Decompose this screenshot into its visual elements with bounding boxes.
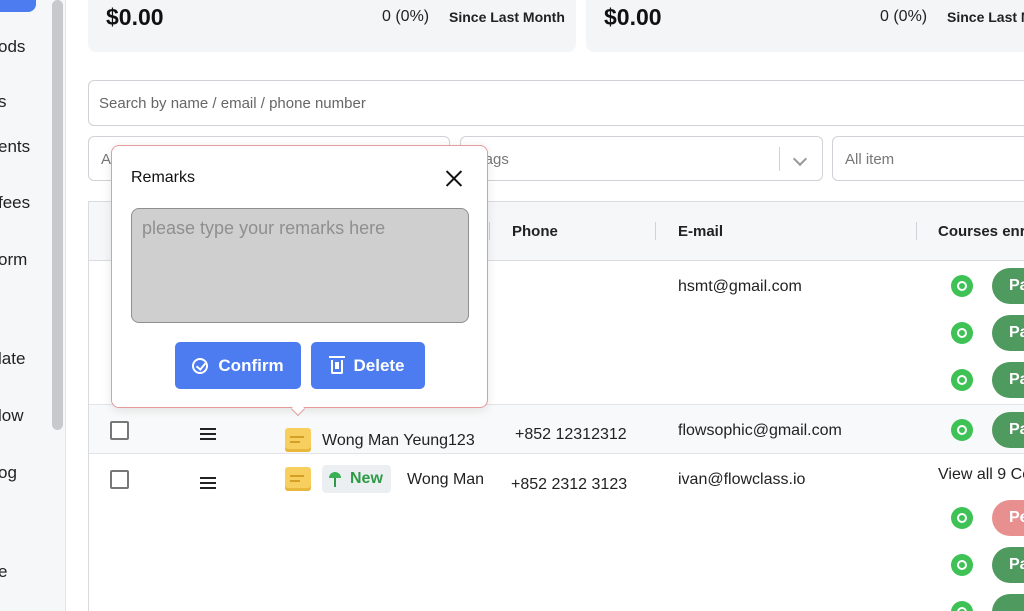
- column-separator: [489, 222, 490, 240]
- row-name[interactable]: Wong Man Yeung123: [322, 432, 475, 450]
- status-pill-paid[interactable]: Pa: [992, 362, 1024, 398]
- whatsapp-icon[interactable]: [951, 322, 973, 344]
- sidebar-item[interactable]: ods: [0, 37, 25, 57]
- search-input[interactable]: [89, 81, 1024, 125]
- stat-since-label: Since Last M: [947, 9, 1024, 25]
- search-box: [88, 80, 1024, 126]
- sidebar-item[interactable]: late: [0, 349, 25, 369]
- stat-card: $0.00 0 (0%) Since Last Month: [88, 0, 576, 52]
- row-email: ivan@flowclass.io: [678, 471, 806, 488]
- stat-percent: 0 (0%): [382, 8, 430, 25]
- status-pill-paid[interactable]: [992, 594, 1024, 611]
- sidebar-item[interactable]: e: [0, 562, 7, 582]
- row-divider: [89, 453, 1024, 454]
- filter-select-items[interactable]: All item: [832, 136, 1024, 181]
- menu-icon[interactable]: [200, 477, 216, 489]
- column-header-email[interactable]: E-mail: [678, 223, 723, 240]
- sidebar-item[interactable]: orm: [0, 250, 27, 270]
- remarks-note-icon[interactable]: [285, 467, 311, 491]
- status-pill-paid[interactable]: Pa: [992, 547, 1024, 583]
- confirm-button[interactable]: Confirm: [175, 342, 301, 389]
- filter-items-value: All item: [845, 151, 895, 168]
- status-pill-paid[interactable]: Pa: [992, 268, 1024, 304]
- row-name[interactable]: Wong Man: [407, 471, 484, 489]
- filter-select-tags[interactable]: l tags: [460, 136, 823, 181]
- app-root: ods s ents fees orm late low og e $0.00 …: [0, 0, 1024, 611]
- whatsapp-icon[interactable]: [951, 419, 973, 441]
- sprout-icon: [328, 471, 342, 487]
- delete-button[interactable]: Delete: [311, 342, 425, 389]
- remarks-note-icon[interactable]: [285, 428, 311, 452]
- sidebar-item[interactable]: ents: [0, 137, 30, 157]
- row-checkbox[interactable]: [110, 470, 129, 489]
- status-pill-pending[interactable]: Pe: [992, 500, 1024, 536]
- chevron-down-icon[interactable]: [792, 151, 808, 167]
- column-separator: [916, 222, 917, 240]
- row-email: hsmt@gmail.com: [678, 278, 802, 295]
- select-divider: [779, 147, 780, 171]
- close-icon[interactable]: [445, 169, 463, 187]
- check-circle-icon: [192, 357, 209, 374]
- stat-amount: $0.00: [604, 4, 662, 30]
- whatsapp-icon[interactable]: [951, 275, 973, 297]
- confirm-button-label: Confirm: [218, 355, 284, 375]
- view-all-courses-link[interactable]: View all 9 Co: [938, 466, 1024, 484]
- new-badge-label: New: [350, 470, 383, 487]
- sidebar-scrollbar[interactable]: [52, 0, 63, 430]
- whatsapp-icon[interactable]: [951, 507, 973, 529]
- column-header-courses[interactable]: Courses enro: [938, 223, 1024, 240]
- sidebar: ods s ents fees orm late low og e: [0, 0, 66, 611]
- sidebar-item[interactable]: s: [0, 92, 7, 112]
- stat-since-label: Since Last Month: [449, 9, 565, 25]
- sidebar-item[interactable]: low: [0, 406, 24, 426]
- menu-icon[interactable]: [200, 428, 216, 440]
- new-badge: New: [322, 465, 391, 493]
- status-pill-paid[interactable]: Pa: [992, 315, 1024, 351]
- popover-title: Remarks: [131, 169, 196, 186]
- delete-button-label: Delete: [353, 355, 405, 375]
- sidebar-item[interactable]: fees: [0, 193, 30, 213]
- whatsapp-icon[interactable]: [951, 554, 973, 576]
- status-pill-paid[interactable]: Pa: [992, 412, 1024, 448]
- row-phone: +852 2312 3123: [511, 476, 628, 493]
- column-separator: [655, 222, 656, 240]
- remarks-popover: Remarks Confirm Delete: [111, 145, 488, 417]
- whatsapp-icon[interactable]: [951, 369, 973, 391]
- whatsapp-icon[interactable]: [951, 601, 973, 611]
- sidebar-item[interactable]: og: [0, 463, 17, 483]
- column-header-phone[interactable]: Phone: [512, 223, 558, 240]
- remarks-textarea[interactable]: [131, 208, 469, 323]
- trash-icon: [329, 356, 346, 374]
- row-checkbox[interactable]: [110, 421, 129, 440]
- filter-select-value: A: [101, 151, 112, 168]
- row-email: flowsophic@gmail.com: [678, 422, 842, 439]
- sidebar-active-item[interactable]: [0, 0, 36, 12]
- row-phone: +852 12312312: [515, 426, 627, 443]
- stat-percent: 0 (0%): [880, 8, 928, 25]
- stat-card: $0.00 0 (0%) Since Last M: [586, 0, 1024, 52]
- stat-amount: $0.00: [106, 4, 164, 30]
